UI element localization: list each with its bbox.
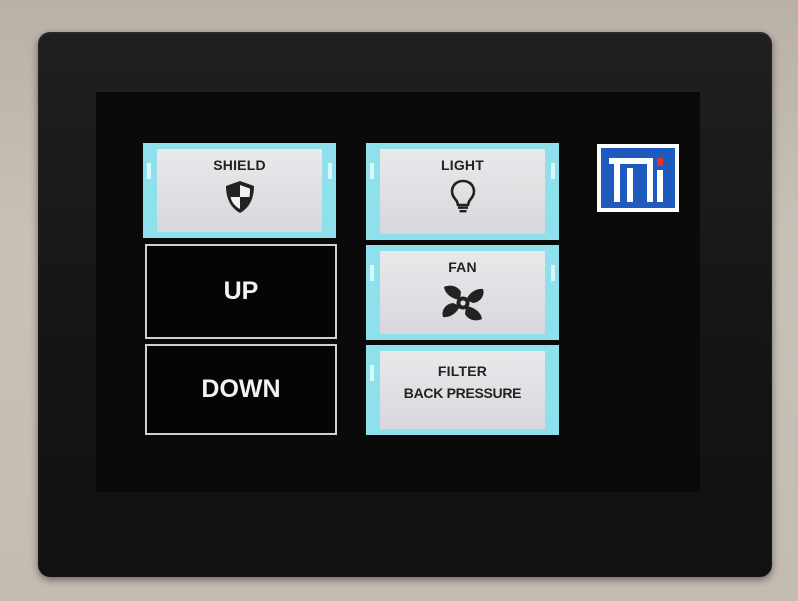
light-indicator-left [370, 163, 374, 179]
up-label: UP [223, 277, 259, 305]
back-pressure-label: BACK PRESSURE [403, 385, 522, 401]
filter-button-face: FILTER BACK PRESSURE [380, 351, 545, 429]
fan-icon [441, 285, 484, 321]
filter-label: FILTER [437, 363, 488, 379]
shield-icon [225, 181, 254, 213]
shield-button-face: SHIELD [157, 149, 322, 232]
lightbulb-icon [450, 179, 475, 213]
fan-indicator-left [370, 265, 374, 281]
filter-back-pressure-button[interactable]: FILTER BACK PRESSURE [366, 345, 559, 435]
light-indicator-right [551, 163, 555, 179]
logo-mark [601, 148, 675, 208]
fan-button-face: FAN [380, 251, 545, 334]
filter-indicator-left [370, 365, 374, 381]
logo-glyph [609, 158, 663, 202]
light-label: LIGHT [441, 157, 484, 173]
fan-indicator-right [551, 265, 555, 281]
fan-button[interactable]: FAN [366, 245, 559, 340]
down-label: DOWN [201, 375, 281, 403]
fan-label: FAN [448, 259, 477, 275]
shield-indicator-left [147, 163, 151, 179]
shield-label: SHIELD [213, 157, 266, 173]
shield-button[interactable]: SHIELD [143, 143, 336, 238]
up-button[interactable]: UP [145, 244, 337, 339]
light-button-face: LIGHT [380, 149, 545, 234]
company-logo [597, 144, 679, 212]
down-button[interactable]: DOWN [145, 344, 337, 435]
shield-indicator-right [328, 163, 332, 179]
light-button[interactable]: LIGHT [366, 143, 559, 240]
